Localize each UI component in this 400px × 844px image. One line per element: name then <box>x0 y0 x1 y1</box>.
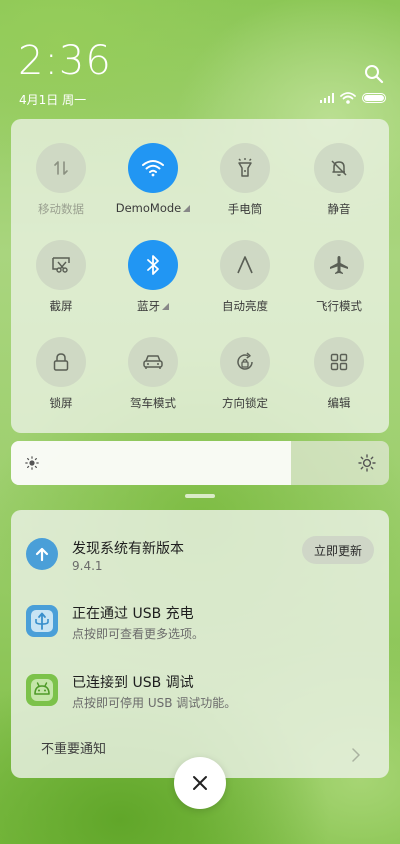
toggle-bluetooth[interactable]: 蓝牙 <box>113 240 193 314</box>
wifi-icon <box>142 160 164 177</box>
toggle-mute[interactable]: 静音 <box>299 143 379 217</box>
close-icon <box>193 776 207 790</box>
toggle-driving-mode[interactable]: 驾车模式 <box>113 337 193 411</box>
android-icon <box>26 674 58 706</box>
notification-body: 点按即可停用 USB 调试功能。 <box>72 696 237 710</box>
car-icon <box>143 355 163 369</box>
toggle-mobile-data[interactable]: 移动数据 <box>21 143 101 217</box>
grid-icon <box>330 353 348 371</box>
wifi-status-icon <box>340 92 356 104</box>
status-icons <box>320 92 386 104</box>
toggle-label: 手电筒 <box>227 202 263 216</box>
bluetooth-icon <box>147 255 159 275</box>
toggle-label: 编辑 <box>327 396 351 410</box>
chevron-right-icon[interactable] <box>352 748 360 762</box>
toggle-label: 静音 <box>327 202 351 216</box>
mute-bell-icon <box>331 160 347 176</box>
brightness-high-icon <box>358 454 376 472</box>
expand-triangle-icon <box>183 205 191 212</box>
toggle-screenshot[interactable]: 截屏 <box>21 240 101 314</box>
notification-usb-debugging[interactable]: 已连接到 USB 调试 点按即可停用 USB 调试功能。 <box>26 672 374 712</box>
notification-body: 点按即可查看更多选项。 <box>72 627 205 641</box>
search-icon[interactable] <box>364 64 384 84</box>
update-arrow-icon <box>26 538 58 570</box>
clear-notifications-button[interactable] <box>174 757 226 809</box>
toggle-label: 移动数据 <box>38 202 84 216</box>
screenshot-icon <box>52 257 70 273</box>
notification-system-update[interactable]: 发现系统有新版本 9.4.1 立即更新 <box>26 536 374 578</box>
toggle-label: DemoMode <box>115 201 182 215</box>
unimportant-notifications-link[interactable]: 不重要通知 <box>41 738 106 757</box>
toggle-lock-screen[interactable]: 锁屏 <box>21 337 101 411</box>
toggle-airplane[interactable]: 飞行模式 <box>299 240 379 314</box>
clock[interactable]: 2:36 <box>18 38 112 84</box>
quick-settings-panel: 移动数据 DemoMode 手电筒 静音 截屏 蓝牙 自动亮度 飞行模式 锁屏 … <box>11 119 389 433</box>
battery-icon <box>362 93 386 103</box>
toggle-rotation-lock[interactable]: 方向锁定 <box>205 337 285 411</box>
brightness-slider[interactable] <box>11 441 389 485</box>
toggle-label: 锁屏 <box>49 396 73 410</box>
toggle-label: 蓝牙 <box>137 299 160 313</box>
usb-icon <box>26 605 58 637</box>
brightness-fill <box>11 441 291 485</box>
mobile-data-icon <box>54 161 68 175</box>
toggle-edit[interactable]: 编辑 <box>299 337 379 411</box>
notification-title: 已连接到 USB 调试 <box>72 675 194 691</box>
brightness-low-icon <box>25 456 39 470</box>
cell-signal-icon <box>320 93 334 103</box>
toggle-label: 自动亮度 <box>222 299 268 313</box>
rotation-lock-icon <box>237 352 253 370</box>
toggle-auto-brightness[interactable]: 自动亮度 <box>205 240 285 314</box>
notification-usb-charging[interactable]: 正在通过 USB 充电 点按即可查看更多选项。 <box>26 603 374 643</box>
toggle-label: 截屏 <box>49 299 73 313</box>
toggle-flashlight[interactable]: 手电筒 <box>205 143 285 217</box>
flashlight-icon <box>238 158 252 177</box>
lock-icon <box>53 353 69 371</box>
panel-drag-handle[interactable] <box>185 494 215 498</box>
notification-body: 9.4.1 <box>72 559 103 573</box>
date[interactable]: 4月1日 周一 <box>19 91 86 108</box>
toggle-label: 方向锁定 <box>222 396 268 410</box>
update-now-button[interactable]: 立即更新 <box>302 536 374 564</box>
notification-title: 正在通过 USB 充电 <box>72 606 194 622</box>
airplane-icon <box>330 256 348 274</box>
expand-triangle-icon <box>162 303 169 310</box>
toggle-label: 驾车模式 <box>130 396 176 410</box>
toggle-label: 飞行模式 <box>316 299 362 313</box>
auto-brightness-icon <box>237 256 253 274</box>
notification-title: 发现系统有新版本 <box>72 541 184 557</box>
toggle-wifi[interactable]: DemoMode <box>113 143 193 215</box>
